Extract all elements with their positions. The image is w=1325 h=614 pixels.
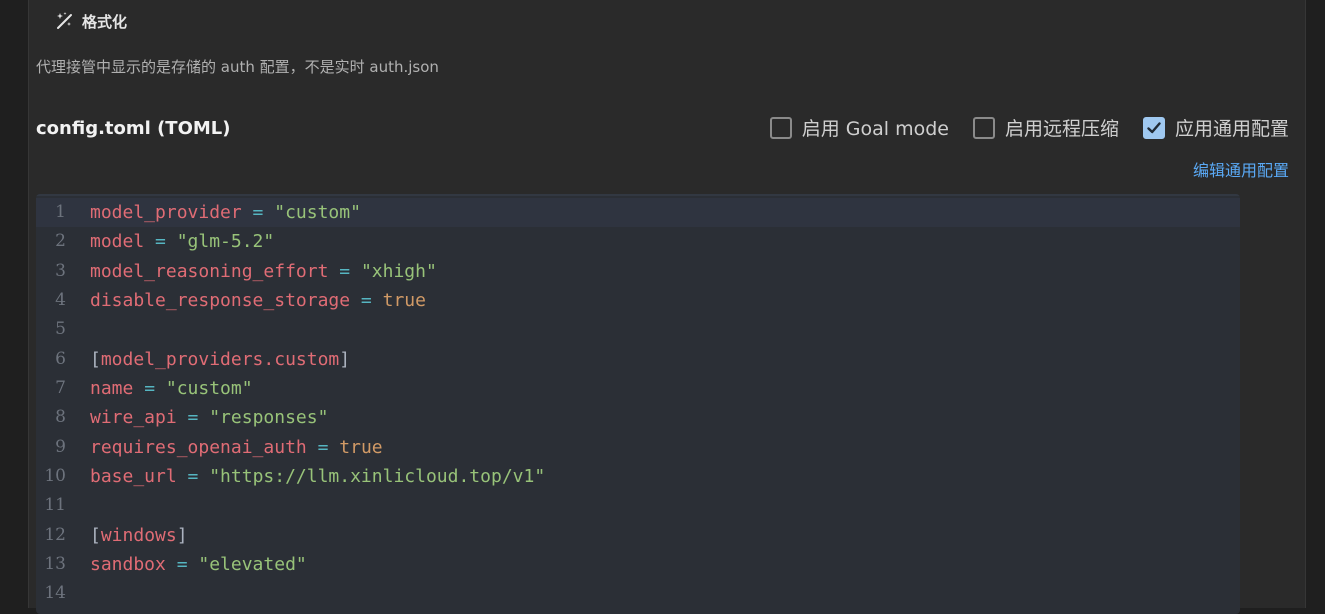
code-token: requires_openai_auth bbox=[90, 436, 307, 458]
code-token: = bbox=[350, 289, 383, 311]
code-token: windows bbox=[100, 524, 177, 546]
config-options: 启用 Goal mode 启用远程压缩 应用通用配置 bbox=[769, 114, 1289, 141]
code-token: = bbox=[133, 377, 166, 399]
line-text: requires_openai_auth = true bbox=[90, 433, 383, 462]
code-editor[interactable]: 1 model_provider = "custom" 2 model = "glm-… bbox=[36, 194, 1240, 614]
line-number: 13 bbox=[44, 553, 66, 574]
code-token: model_provider bbox=[90, 202, 242, 223]
code-lines: 1 model_provider = "custom" 2 model = "glm-… bbox=[36, 198, 1240, 609]
code-token: "xhigh" bbox=[360, 260, 437, 282]
code-token: "custom" bbox=[165, 377, 253, 399]
code-token: name bbox=[90, 377, 134, 399]
code-token: = bbox=[144, 231, 177, 253]
line-number: 7 bbox=[55, 377, 66, 398]
remote-compress-checkbox[interactable] bbox=[972, 116, 995, 139]
code-token: = bbox=[306, 436, 340, 458]
code-token: [ bbox=[90, 348, 101, 370]
code-token: sandbox bbox=[90, 553, 166, 575]
line-text: [windows] bbox=[90, 521, 188, 550]
line-number: 14 bbox=[44, 583, 66, 604]
line-number: 11 bbox=[44, 495, 66, 516]
format-button[interactable]: 格式化 bbox=[54, 8, 127, 34]
goal-mode-label: 启用 Goal mode bbox=[801, 118, 949, 140]
line-text: model_provider = "custom" bbox=[90, 198, 361, 227]
remote-compress-label: 启用远程压缩 bbox=[1004, 118, 1119, 140]
code-token: base_url bbox=[90, 465, 177, 487]
code-line[interactable]: 2 model = "glm-5.2" bbox=[36, 227, 1240, 256]
line-number: 5 bbox=[55, 319, 66, 340]
code-token: "custom" bbox=[274, 202, 361, 223]
config-file-title: config.toml (TOML) bbox=[36, 118, 231, 139]
line-text: disable_response_storage = true bbox=[90, 286, 426, 315]
line-text: sandbox = "elevated" bbox=[90, 550, 307, 579]
line-number: 3 bbox=[55, 260, 66, 281]
line-number: 4 bbox=[55, 289, 66, 310]
code-token: "responses" bbox=[209, 407, 329, 429]
line-text: base_url = "https://llm.xinlicloud.top/v… bbox=[90, 462, 545, 491]
code-token: true bbox=[382, 289, 426, 311]
line-text: wire_api = "responses" bbox=[90, 403, 328, 432]
line-number: 2 bbox=[55, 231, 66, 252]
code-line[interactable]: 12 [windows] bbox=[36, 521, 1240, 550]
common-config-checkbox[interactable] bbox=[1142, 116, 1165, 139]
code-token: "glm-5.2" bbox=[176, 231, 275, 253]
magic-wand-icon bbox=[54, 11, 74, 31]
line-text: [model_providers.custom] bbox=[90, 345, 350, 374]
code-token: = bbox=[176, 465, 210, 487]
remote-compress-option[interactable]: 启用远程压缩 bbox=[972, 114, 1119, 141]
code-line[interactable]: 5 bbox=[36, 315, 1240, 344]
code-line[interactable]: 11 bbox=[36, 491, 1240, 520]
check-icon bbox=[1147, 121, 1161, 133]
code-token: ] bbox=[339, 348, 351, 370]
line-number: 12 bbox=[44, 524, 66, 545]
code-line[interactable]: 13 sandbox = "elevated" bbox=[36, 550, 1240, 579]
code-line[interactable]: 14 bbox=[36, 579, 1240, 608]
code-token: "elevated" bbox=[198, 553, 307, 575]
goal-mode-checkbox[interactable] bbox=[769, 116, 792, 139]
code-token: = bbox=[165, 553, 199, 575]
line-number: 10 bbox=[44, 465, 66, 486]
code-token: disable_response_storage bbox=[90, 289, 351, 311]
code-token: true bbox=[339, 436, 383, 458]
code-token: = bbox=[176, 407, 210, 429]
auth-hint-text: 代理接管中显示的是存储的 auth 配置，不是实时 auth.json bbox=[36, 58, 439, 76]
code-token: model bbox=[90, 231, 145, 253]
code-line[interactable]: 6 [model_providers.custom] bbox=[36, 345, 1240, 374]
code-token: ] bbox=[176, 524, 188, 546]
code-token: "https://llm.xinlicloud.top/v1" bbox=[209, 465, 546, 487]
line-number: 8 bbox=[55, 407, 66, 428]
code-token: model_providers.custom bbox=[100, 348, 340, 370]
line-text: name = "custom" bbox=[90, 374, 253, 403]
line-text: model = "glm-5.2" bbox=[90, 227, 274, 256]
code-token: wire_api bbox=[90, 407, 177, 429]
code-line[interactable]: 3 model_reasoning_effort = "xhigh" bbox=[36, 257, 1240, 286]
code-line[interactable]: 8 wire_api = "responses" bbox=[36, 403, 1240, 432]
format-label: 格式化 bbox=[82, 12, 128, 31]
code-line[interactable]: 7 name = "custom" bbox=[36, 374, 1240, 403]
line-number: 6 bbox=[55, 348, 66, 369]
edit-common-config-link[interactable]: 编辑通用配置 bbox=[1193, 157, 1289, 181]
line-number: 9 bbox=[55, 436, 66, 457]
line-number: 1 bbox=[55, 202, 66, 222]
goal-mode-option[interactable]: 启用 Goal mode bbox=[769, 114, 949, 141]
common-config-label: 应用通用配置 bbox=[1174, 118, 1289, 140]
code-token: = bbox=[241, 202, 275, 223]
code-line[interactable]: 1 model_provider = "custom" bbox=[36, 198, 1240, 228]
common-config-option[interactable]: 应用通用配置 bbox=[1142, 114, 1289, 141]
code-line[interactable]: 4 disable_response_storage = true bbox=[36, 286, 1240, 315]
code-token: [ bbox=[90, 524, 101, 546]
code-line[interactable]: 10 base_url = "https://llm.xinlicloud.top… bbox=[36, 462, 1240, 491]
code-token: = bbox=[328, 260, 361, 282]
line-text: model_reasoning_effort = "xhigh" bbox=[90, 257, 437, 286]
code-token: model_reasoning_effort bbox=[90, 260, 329, 282]
code-line[interactable]: 9 requires_openai_auth = true bbox=[36, 433, 1240, 462]
